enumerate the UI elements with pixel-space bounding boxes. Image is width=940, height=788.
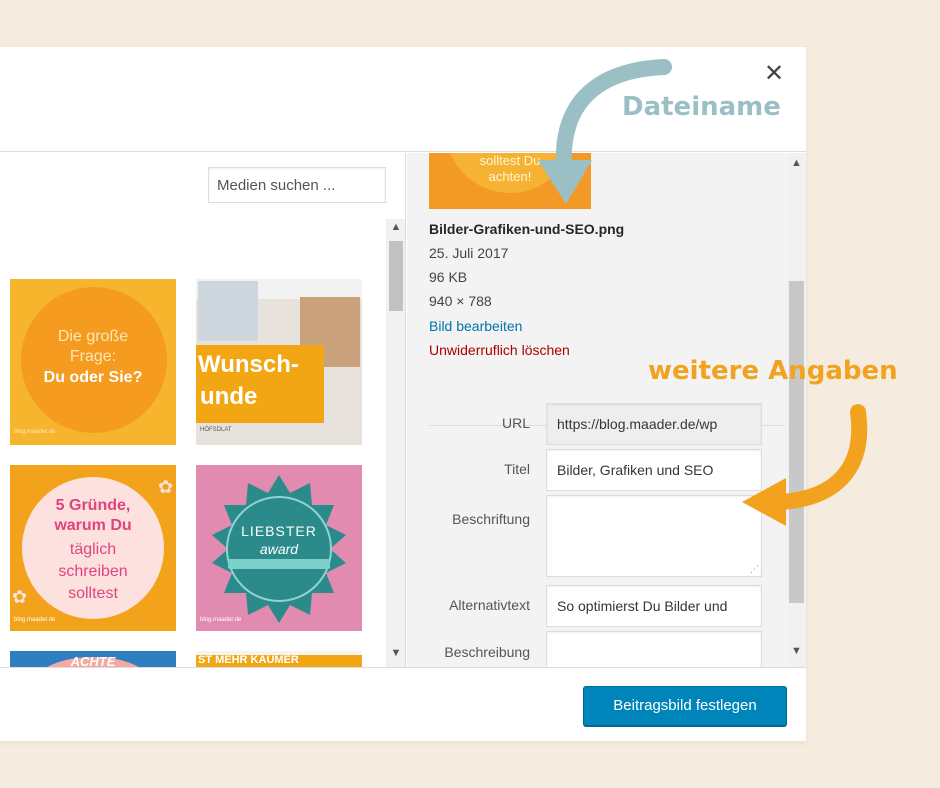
annotation-more-details: weitere Angaben (648, 356, 898, 386)
thumbnail-text: Die große (57, 328, 129, 345)
thumbnail-footer: HÖFSDLAT (200, 427, 232, 433)
thumbnail-footer: blog.maader.de (200, 617, 242, 623)
upload-date: 25. Juli 2017 (429, 245, 509, 261)
attachment-thumbnail[interactable]: Die große Frage: Du oder Sie? blog.maade… (10, 279, 176, 445)
thumbnail-text: täglich (69, 541, 117, 558)
preview-text: achten! (488, 169, 532, 184)
thumbnail-text: unde (200, 383, 258, 410)
attachment-thumbnail[interactable]: LIEBSTER award blog.maader.de (196, 465, 362, 631)
modal-toolbar: Beitragsbild festlegen (0, 667, 806, 741)
attachment-thumbnail[interactable]: 5 Gründe, warum Du täglich schreiben sol… (10, 465, 176, 631)
alt-text-label: Alternativtext (449, 597, 530, 613)
thumbnail-text: Wunsch- (198, 351, 299, 378)
thumbnail-text: warum Du (54, 517, 132, 534)
url-field[interactable]: https://blog.maader.de/wp (546, 403, 762, 445)
thumbnail-text: Frage: (69, 348, 117, 365)
thumbnail-footer: blog.maader.de (14, 617, 56, 623)
scroll-down-icon[interactable]: ▼ (787, 645, 806, 663)
thumbnail-text: solltest (68, 585, 118, 602)
thumbnail-text: ST MEHR KAUMER (198, 654, 299, 666)
annotation-filename: Dateiname (622, 92, 781, 122)
scroll-up-icon[interactable]: ▲ (386, 221, 405, 239)
scroll-up-icon[interactable]: ▲ (787, 157, 806, 175)
thumbnail-text: award (259, 541, 299, 557)
attachment-details: solltest Du achten! Bilder-Grafiken-und-… (407, 153, 787, 667)
edit-image-link[interactable]: Bild bearbeiten (429, 318, 522, 334)
search-input[interactable] (208, 167, 386, 203)
thumbnail-text: Du oder Sie? (43, 369, 143, 386)
media-browser: Die große Frage: Du oder Sie? blog.maade… (0, 153, 406, 667)
details-scrollbar[interactable]: ▲ ▼ (787, 153, 806, 667)
thumbnail-text: schreiben (58, 563, 128, 580)
browser-scrollbar[interactable]: ▲ ▼ (386, 219, 405, 667)
delete-permanently-link[interactable]: Unwiderruflich löschen (429, 342, 570, 358)
title-field[interactable]: Bilder, Grafiken und SEO (546, 449, 762, 491)
attachment-preview: solltest Du achten! (429, 153, 591, 209)
thumbnail-footer: blog.maader.de (14, 429, 56, 435)
title-label: Titel (504, 461, 530, 477)
resize-grip-icon[interactable]: ⋰ (750, 565, 759, 574)
scrollbar-thumb[interactable] (389, 241, 403, 311)
scroll-down-icon[interactable]: ▼ (386, 647, 405, 665)
thumbnail-text: LIEBSTER (241, 523, 317, 539)
caption-label: Beschriftung (452, 511, 530, 527)
file-size: 96 KB (429, 269, 468, 285)
description-field[interactable] (546, 631, 762, 667)
caption-field[interactable]: ⋰ (546, 495, 762, 577)
description-label: Beschreibung (444, 644, 530, 660)
thumbnail-text: 5 Gründe, (55, 497, 131, 514)
filename: Bilder-Grafiken-und-SEO.png (429, 221, 625, 237)
thumbnail-text: ACHTE (70, 654, 116, 667)
url-label: URL (501, 415, 530, 431)
flower-icon: ✿ (12, 587, 28, 607)
flower-icon: ✿ (158, 477, 174, 497)
attachment-thumbnail[interactable]: ST MEHR KAUMER (196, 651, 362, 667)
dimensions: 940 × 788 (429, 293, 492, 309)
alt-text-field[interactable]: So optimierst Du Bilder und (546, 585, 762, 627)
preview-text: solltest Du (479, 153, 541, 168)
attachment-thumbnail[interactable]: ACHTE (10, 651, 176, 667)
scrollbar-thumb[interactable] (789, 281, 804, 603)
close-icon[interactable]: ✕ (760, 59, 788, 87)
set-featured-image-button[interactable]: Beitragsbild festlegen (583, 686, 787, 726)
media-modal: ✕ Die große Frage: Du oder Sie? blog.maa… (0, 47, 806, 741)
attachment-thumbnail[interactable]: Wunsch- unde HÖFSDLAT (196, 279, 362, 445)
